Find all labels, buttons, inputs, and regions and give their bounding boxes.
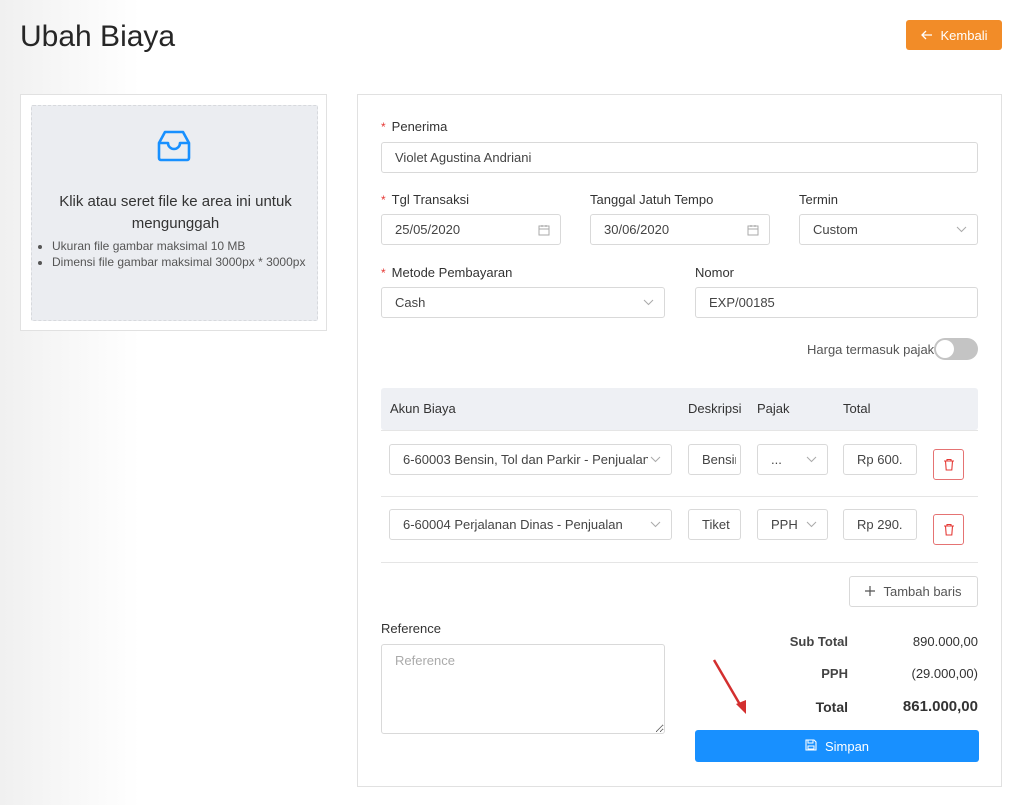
page-title: Ubah Biaya: [20, 20, 176, 53]
chevron-down-icon: [650, 521, 661, 528]
plus-icon: [865, 584, 876, 599]
col-pajak: Pajak: [757, 401, 790, 416]
metode-select[interactable]: Cash: [381, 287, 665, 318]
total-value: 861.000,00: [902, 698, 978, 715]
upload-rules: Ukuran file gambar maksimal 10 MB Dimens…: [52, 238, 312, 270]
save-icon: [805, 738, 817, 754]
col-total: Total: [843, 401, 871, 416]
total-label: Total: [815, 699, 848, 715]
col-akun-biaya: Akun Biaya: [390, 401, 456, 416]
total-input[interactable]: Rp 600.: [843, 444, 917, 475]
calendar-icon: [538, 224, 550, 236]
penerima-input[interactable]: Violet Agustina Andriani: [381, 142, 978, 173]
back-button-label: Kembali: [940, 27, 988, 43]
subtotal-label: Sub Total: [789, 634, 848, 649]
jatuh-tempo-label: Tanggal Jatuh Tempo: [590, 192, 714, 207]
chevron-down-icon: [650, 456, 661, 463]
akun-biaya-select[interactable]: 6-60003 Bensin, Tol dan Parkir - Penjual…: [389, 444, 672, 475]
col-deskripsi: Deskripsi: [688, 401, 742, 416]
chevron-down-icon: [956, 226, 967, 233]
delete-row-button[interactable]: [933, 449, 964, 480]
termin-label: Termin: [799, 192, 839, 207]
tax-label: PPH: [821, 666, 848, 681]
tgl-transaksi-input[interactable]: 25/05/2020: [381, 214, 561, 245]
penerima-label: * Penerima: [381, 119, 448, 134]
annotation-arrow-icon: [712, 659, 746, 714]
calendar-icon: [747, 224, 759, 236]
reference-label: Reference: [381, 621, 441, 636]
inbox-icon: [157, 130, 191, 162]
termin-select[interactable]: Custom: [799, 214, 978, 245]
save-button[interactable]: Simpan: [695, 730, 979, 762]
nomor-input[interactable]: EXP/00185: [695, 287, 978, 318]
arrow-left-icon: [920, 28, 933, 43]
deskripsi-input[interactable]: Tiket: [688, 509, 741, 540]
divider: [381, 496, 978, 497]
divider: [381, 562, 978, 563]
chevron-down-icon: [806, 521, 817, 528]
chevron-down-icon: [643, 299, 654, 306]
trash-icon: [943, 523, 954, 536]
upload-card: Klik atau seret file ke area ini untuk m…: [20, 94, 327, 331]
deskripsi-input[interactable]: Bensin: [688, 444, 741, 475]
metode-label: * Metode Pembayaran: [381, 265, 513, 280]
add-row-label: Tambah baris: [883, 584, 962, 599]
harga-pajak-label: Harga termasuk pajak: [807, 342, 935, 357]
save-button-label: Simpan: [824, 738, 870, 754]
nomor-label: Nomor: [695, 265, 735, 280]
upload-rule-size: Ukuran file gambar maksimal 10 MB: [52, 238, 312, 254]
pajak-select[interactable]: ...: [757, 444, 828, 475]
total-input[interactable]: Rp 290.: [843, 509, 917, 540]
divider: [381, 430, 978, 431]
delete-row-button[interactable]: [933, 514, 964, 545]
trash-icon: [943, 458, 954, 471]
toggle-knob: [936, 340, 954, 358]
jatuh-tempo-input[interactable]: 30/06/2020: [590, 214, 770, 245]
table-header: Akun Biaya Deskripsi Pajak Total: [381, 388, 978, 430]
reference-textarea[interactable]: [381, 644, 665, 734]
upload-instructions: Klik atau seret file ke area ini untuk m…: [59, 193, 292, 232]
akun-biaya-select[interactable]: 6-60004 Perjalanan Dinas - Penjualan: [389, 509, 672, 540]
upload-dropzone[interactable]: Klik atau seret file ke area ini untuk m…: [31, 105, 318, 321]
harga-pajak-toggle[interactable]: [934, 338, 978, 360]
upload-rule-dimension: Dimensi file gambar maksimal 3000px * 30…: [52, 254, 312, 270]
tgl-transaksi-label: * Tgl Transaksi: [381, 192, 469, 207]
tax-value: (29.000,00): [911, 666, 979, 681]
chevron-down-icon: [806, 456, 817, 463]
pajak-select[interactable]: PPH: [757, 509, 828, 540]
subtotal-value: 890.000,00: [912, 634, 978, 649]
back-button[interactable]: Kembali: [906, 20, 1002, 50]
add-row-button[interactable]: Tambah baris: [849, 576, 978, 607]
